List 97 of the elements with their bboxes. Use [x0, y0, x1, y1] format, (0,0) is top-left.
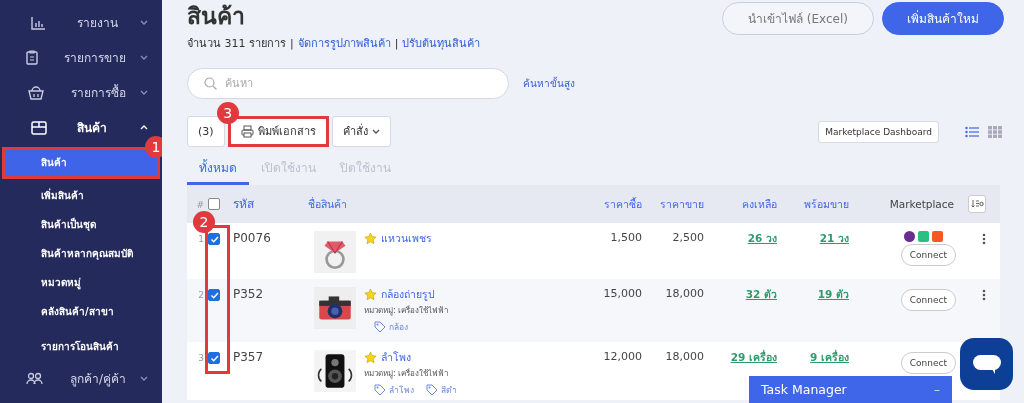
item-count: จำนวน 311 รายการ	[187, 36, 286, 52]
product-name-link[interactable]: แหวนเพชร	[381, 231, 432, 245]
connect-button[interactable]: Connect	[900, 352, 956, 374]
kebab-menu-icon[interactable]	[982, 289, 986, 301]
task-manager-bar[interactable]: Task Manager –	[749, 376, 952, 403]
product-name-link[interactable]: กล้องถ่ายรูป	[381, 287, 435, 301]
chat-button[interactable]	[960, 338, 1013, 390]
category-label: หมวดหมู่: เครื่องใช้ไฟฟ้า	[364, 305, 449, 317]
stock-link[interactable]: 21 วง	[783, 231, 855, 245]
checkbox[interactable]	[208, 198, 220, 210]
table-cell-text: 15,000	[602, 287, 643, 301]
task-manager-title: Task Manager	[761, 382, 847, 397]
check-icon	[209, 353, 219, 363]
category-label: หมวดหมู่: เครื่องใช้ไฟฟ้า	[364, 368, 450, 380]
advanced-search-link[interactable]: ค้นหาขั้นสูง	[523, 75, 575, 92]
sidebar-subitem[interactable]: รายการโอนสินค้า	[0, 332, 162, 361]
speech-bubble-icon	[971, 353, 1002, 375]
table-cell-text: 18,000	[664, 350, 705, 364]
connect-button[interactable]: Connect	[900, 289, 956, 311]
stock-link[interactable]: 29 เครื่อง	[710, 350, 783, 364]
column-header[interactable]: ราคาขาย	[648, 196, 710, 212]
sidebar-subitem[interactable]: หมวดหมู่	[0, 268, 162, 297]
callout-badge: 3	[216, 102, 239, 124]
checkbox[interactable]	[208, 352, 220, 364]
product-tag[interactable]: กล้อง	[374, 321, 408, 333]
row-number: 1	[197, 233, 205, 246]
sidebar-item[interactable]: ลูกค้า/คู่ค้า	[0, 361, 162, 396]
add-product-button[interactable]: เพิ่มสินค้าใหม่	[882, 2, 1004, 35]
chevron-down-icon	[140, 90, 148, 95]
column-header[interactable]: รหัส	[228, 196, 308, 212]
import-button[interactable]: นำเข้าไฟล์ (Excel)	[722, 2, 874, 35]
checkbox[interactable]	[208, 233, 220, 245]
stock-link[interactable]: 19 ตัว	[783, 287, 855, 301]
product-name-link[interactable]: ลำโพง	[381, 350, 411, 364]
dashboard-button[interactable]: Marketplace Dashboard	[818, 120, 939, 143]
sidebar-item[interactable]: รายการขาย	[0, 40, 162, 75]
selected-count-button[interactable]: (3)	[187, 116, 225, 147]
stock-link[interactable]: 9 เครื่อง	[783, 350, 855, 364]
sidebar-subitem[interactable]: เพิ่มสินค้า	[0, 181, 162, 210]
tag-icon	[374, 321, 386, 333]
check-icon	[209, 234, 219, 244]
printer-icon	[240, 125, 254, 138]
sort-icon	[970, 199, 984, 209]
chevron-down-icon	[140, 20, 148, 25]
search-icon	[204, 77, 217, 90]
chevron-down-icon	[140, 55, 148, 60]
column-settings-button[interactable]	[968, 195, 986, 213]
bar-chart-icon	[31, 15, 46, 30]
row-number: 2	[197, 289, 205, 302]
minimize-button[interactable]: –	[934, 382, 940, 397]
sidebar-subitem[interactable]: สินค้าเป็นชุด	[0, 210, 162, 239]
column-header[interactable]: คงเหลือ	[710, 196, 783, 212]
column-header[interactable]: พร้อมขาย	[783, 196, 855, 212]
people-icon	[26, 372, 44, 385]
basket-icon	[27, 85, 44, 100]
clipboard-icon	[25, 50, 39, 65]
tag-icon	[426, 384, 438, 396]
sidebar-item[interactable]: รายงาน	[0, 5, 162, 40]
table-cell-text: 18,000	[664, 287, 705, 301]
chevron-up-icon	[140, 125, 148, 130]
chevron-down-icon	[140, 376, 148, 381]
table-cell-text: 1,500	[609, 231, 643, 245]
table-cell-text: 2,500	[671, 231, 705, 245]
column-header[interactable]: ราคาซื้อ	[590, 196, 648, 212]
connect-button[interactable]: Connect	[900, 244, 956, 266]
column-header[interactable]: ชื่อสินค้า	[308, 196, 590, 212]
kebab-menu-icon[interactable]	[982, 233, 986, 245]
link[interactable]: ปรับต้นทุนสินค้า	[402, 35, 481, 52]
row-number: 3	[197, 352, 205, 365]
table-cell-text: P357	[232, 350, 265, 364]
product-tag[interactable]: ลำโพง	[374, 384, 414, 396]
callout-badge: 1	[145, 136, 162, 158]
search-box[interactable]: ค้นหา	[187, 68, 509, 99]
search-input[interactable]: ค้นหา	[223, 76, 508, 91]
stock-link[interactable]: 32 ตัว	[710, 287, 783, 301]
command-dropdown[interactable]: คำสั่ง	[331, 116, 391, 147]
checkbox[interactable]	[208, 289, 220, 301]
stock-link[interactable]: 26 วง	[710, 231, 783, 245]
table-cell-text: P352	[232, 287, 265, 301]
tag-icon	[374, 384, 386, 396]
column-header: #	[195, 198, 205, 212]
separator: |	[394, 36, 399, 52]
link[interactable]: จัดการรูปภาพสินค้า	[297, 35, 391, 52]
chevron-down-icon	[371, 129, 380, 134]
box-icon	[30, 120, 47, 135]
table-cell-text: P0076	[232, 231, 272, 245]
table-cell-text: 12,000	[602, 350, 643, 364]
product-tag[interactable]: สีดำ	[426, 384, 457, 396]
column-header[interactable]: Marketplace	[855, 196, 968, 212]
sidebar-item[interactable]: รายการซื้อ	[0, 75, 162, 110]
check-icon	[209, 290, 219, 300]
page-title: สินค้า	[187, 2, 246, 31]
separator: |	[290, 36, 294, 52]
print-button[interactable]: พิมพ์เอกสาร	[230, 119, 326, 144]
sidebar-subitem[interactable]: สินค้าหลากคุณสมบัติ	[0, 239, 162, 268]
list-view-icon[interactable]	[965, 125, 979, 138]
sidebar-subitem[interactable]: คลังสินค้า/สาขา	[0, 297, 162, 326]
